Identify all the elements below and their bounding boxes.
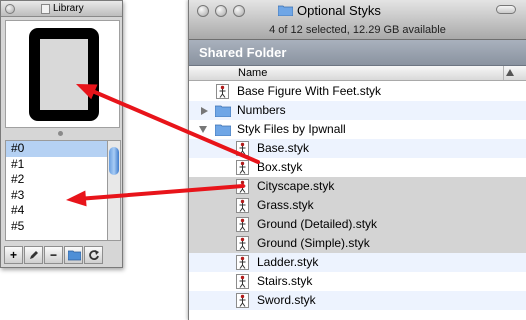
add-button[interactable]: +: [4, 246, 23, 264]
file-row[interactable]: Styk Files by Ipwnall: [189, 120, 526, 139]
library-window: Library #0 #1 #2 #3 #4 #5 + −: [0, 0, 123, 268]
disclosure-closed-icon[interactable]: [201, 107, 208, 115]
library-item[interactable]: #1: [6, 157, 107, 173]
close-button[interactable]: [5, 4, 15, 14]
file-row[interactable]: Base.styk: [189, 139, 526, 158]
styk-file-icon: [236, 179, 249, 194]
zoom-button[interactable]: [233, 5, 245, 17]
pane-splitter[interactable]: [1, 129, 122, 139]
styk-file-icon: [236, 293, 249, 308]
file-row[interactable]: Stairs.styk: [189, 272, 526, 291]
minimize-button[interactable]: [215, 5, 227, 17]
remove-button[interactable]: −: [44, 246, 63, 264]
pencil-icon: [30, 251, 38, 259]
styk-file-icon: [236, 141, 249, 156]
file-list: Base Figure With Feet.styk Numbers Styk Fi…: [189, 82, 526, 310]
sort-ascending-icon: [506, 69, 514, 76]
finder-window: Optional Styks 4 of 12 selected, 12.29 G…: [188, 0, 526, 320]
library-scrollbar[interactable]: [108, 140, 121, 241]
library-item[interactable]: #4: [6, 203, 107, 219]
file-row[interactable]: Cityscape.styk: [189, 177, 526, 196]
folder-button[interactable]: [64, 246, 83, 264]
file-name: Styk Files by Ipwnall: [237, 122, 346, 136]
finder-title-bar[interactable]: Optional Styks 4 of 12 selected, 12.29 G…: [189, 0, 526, 40]
column-header-label: Name: [238, 67, 268, 79]
section-header: Shared Folder: [189, 40, 526, 66]
file-name: Grass.styk: [257, 198, 314, 212]
splitter-grip-icon: [58, 131, 63, 136]
file-row[interactable]: Ground (Detailed).styk: [189, 215, 526, 234]
folder-icon: [215, 105, 231, 117]
library-toolbar: + −: [4, 246, 104, 264]
styk-file-icon: [236, 217, 249, 232]
folder-icon: [278, 5, 293, 16]
library-title-bar[interactable]: Library: [1, 1, 122, 17]
file-row[interactable]: Base Figure With Feet.styk: [189, 82, 526, 101]
file-row[interactable]: Ground (Simple).styk: [189, 234, 526, 253]
folder-icon: [215, 124, 231, 136]
edit-button[interactable]: [24, 246, 43, 264]
file-name: Base.styk: [257, 141, 310, 155]
library-title: Library: [53, 3, 84, 14]
file-name: Cityscape.styk: [257, 179, 335, 193]
file-row[interactable]: Sword.styk: [189, 291, 526, 310]
status-bar: 4 of 12 selected, 12.29 GB available: [269, 24, 446, 36]
document-icon: [41, 4, 50, 14]
library-list[interactable]: #0 #1 #2 #3 #4 #5: [5, 140, 108, 241]
library-item[interactable]: #2: [6, 172, 107, 188]
styk-file-icon: [236, 160, 249, 175]
file-name: Ground (Simple).styk: [257, 236, 370, 250]
close-button[interactable]: [197, 5, 209, 17]
file-name: Stairs.styk: [257, 274, 313, 288]
file-name: Base Figure With Feet.styk: [237, 84, 382, 98]
styk-file-icon: [236, 198, 249, 213]
file-name: Numbers: [237, 103, 286, 117]
file-name: Box.styk: [257, 160, 303, 174]
library-item[interactable]: #3: [6, 188, 107, 204]
desktop: Library #0 #1 #2 #3 #4 #5 + − Optional S…: [0, 0, 526, 320]
file-name: Sword.styk: [257, 293, 316, 307]
preview-frame-shape: [29, 28, 99, 121]
styk-file-icon: [236, 236, 249, 251]
styk-file-icon: [216, 84, 229, 99]
scroll-thumb[interactable]: [109, 147, 119, 175]
styk-file-icon: [236, 255, 249, 270]
window-title: Optional Styks: [297, 3, 381, 18]
toolbar-toggle-button[interactable]: [496, 5, 516, 14]
file-row[interactable]: Ladder.styk: [189, 253, 526, 272]
file-row[interactable]: Box.styk: [189, 158, 526, 177]
file-name: Ground (Detailed).styk: [257, 217, 378, 231]
library-item[interactable]: #0: [6, 141, 107, 157]
refresh-button[interactable]: [84, 246, 103, 264]
column-header-name[interactable]: Name: [189, 66, 526, 81]
folder-icon: [68, 250, 81, 261]
figure-preview: [5, 20, 120, 128]
refresh-icon: [89, 250, 99, 260]
file-name: Ladder.styk: [257, 255, 319, 269]
disclosure-open-icon[interactable]: [199, 126, 207, 133]
styk-file-icon: [236, 274, 249, 289]
file-row[interactable]: Grass.styk: [189, 196, 526, 215]
library-item[interactable]: #5: [6, 219, 107, 235]
file-row[interactable]: Numbers: [189, 101, 526, 120]
